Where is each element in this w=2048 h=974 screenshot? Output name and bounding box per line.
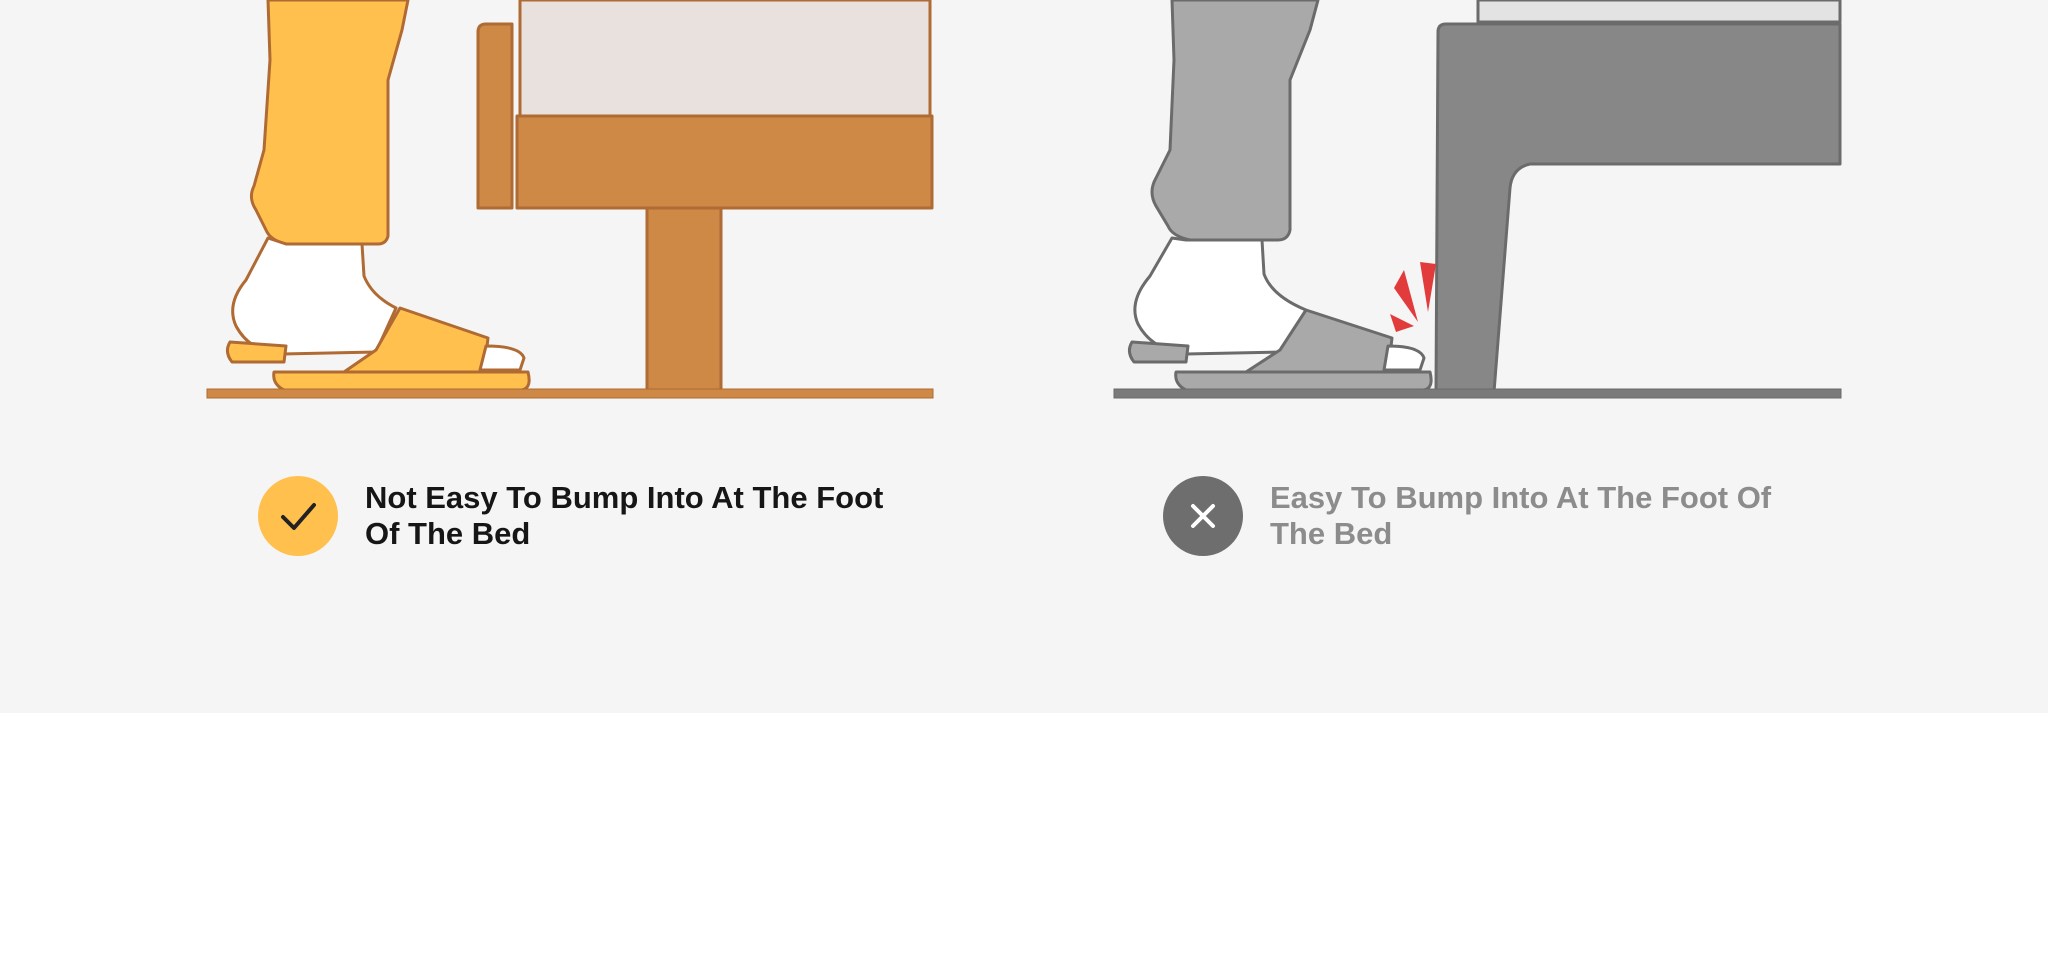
bad-caption-label: Easy To Bump Into At The Foot Of The Bed [1270,480,1772,551]
pants-right [1150,0,1320,242]
impact-icon [1390,262,1436,332]
check-icon [258,476,338,556]
bad-caption: Easy To Bump Into At The Foot Of The Bed [1163,476,1810,556]
good-caption-label: Not Easy To Bump Into At The Foot Of The… [365,480,884,551]
close-icon [1163,476,1243,556]
floor-right [1113,388,1842,399]
bed-base-right [1434,0,1842,394]
good-caption: Not Easy To Bump Into At The Foot Of The… [258,476,885,556]
comparison-panel: Not Easy To Bump Into At The Foot Of The… [0,0,2048,713]
bad-example-illustration [1113,0,1842,399]
blank-area [0,713,2048,974]
sock-right [1133,236,1308,356]
